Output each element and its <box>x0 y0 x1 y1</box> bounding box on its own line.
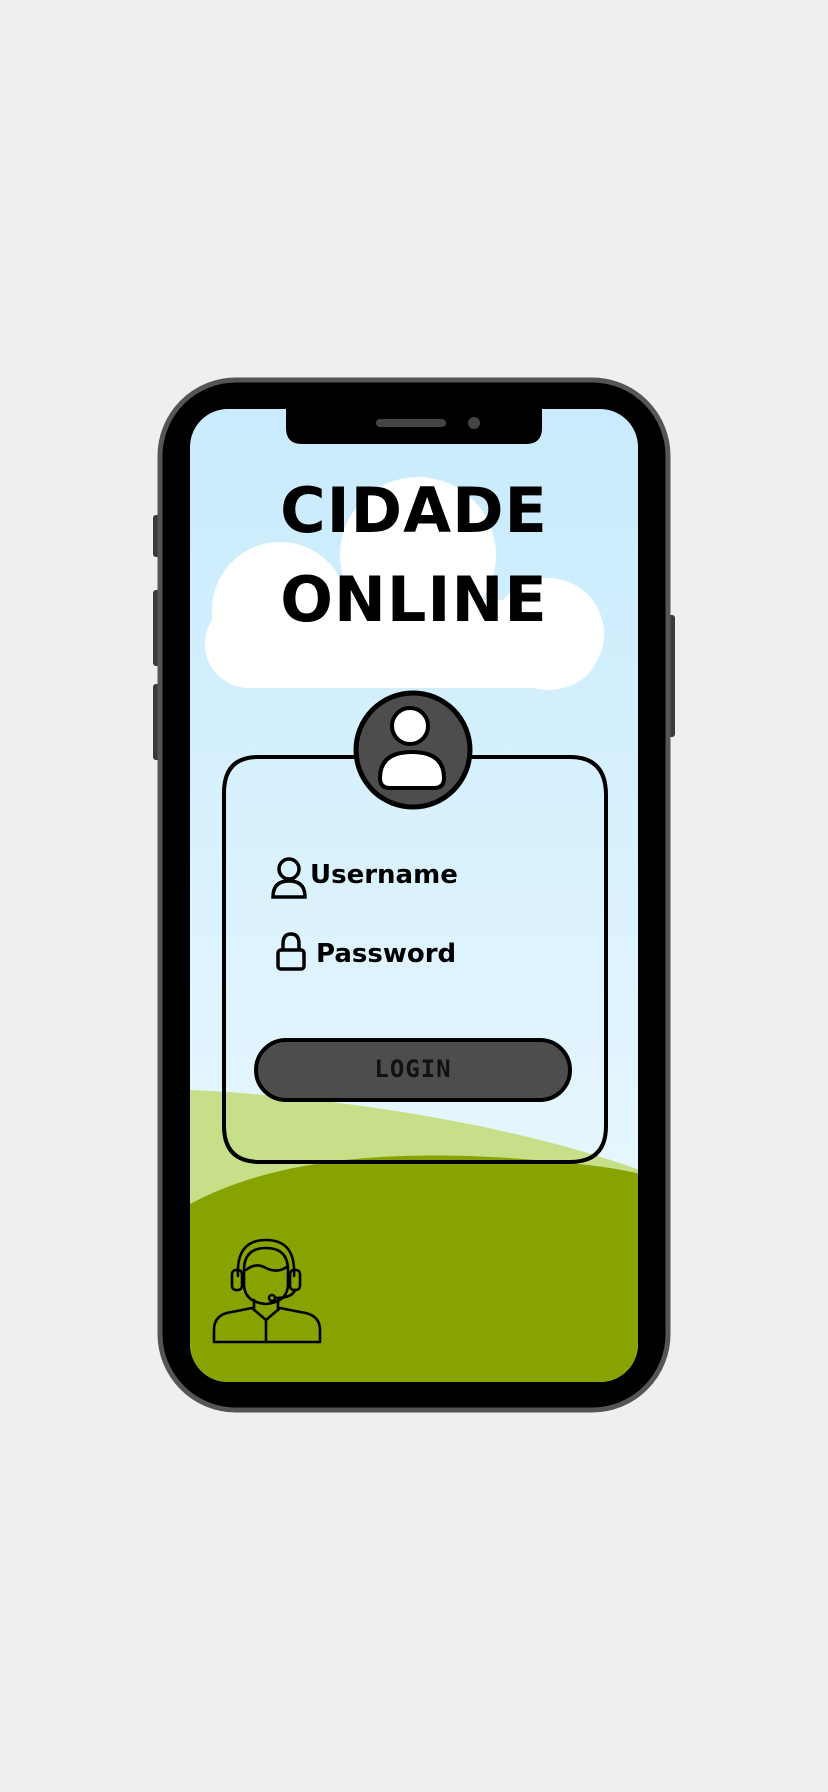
page: CIDADE ONLINE Username Password LOGIN <box>0 0 828 1792</box>
front-camera <box>468 417 480 429</box>
password-label[interactable]: Password <box>316 941 456 967</box>
user-avatar <box>354 690 472 808</box>
support-agent-button[interactable] <box>210 1236 322 1346</box>
speaker-grille <box>376 419 446 427</box>
app-title-line-2: ONLINE <box>280 563 548 636</box>
login-button[interactable]: LOGIN <box>256 1040 570 1098</box>
app-title-line-1: CIDADE <box>280 474 548 547</box>
username-label[interactable]: Username <box>310 862 458 888</box>
